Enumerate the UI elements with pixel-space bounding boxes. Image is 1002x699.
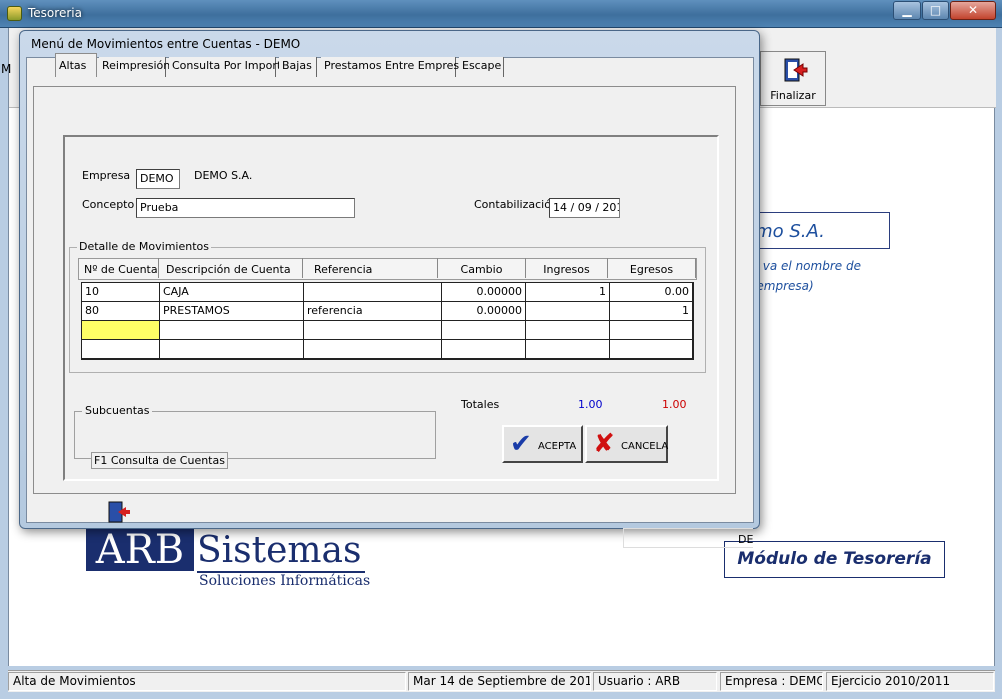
grid-cell[interactable] — [304, 283, 442, 302]
empresa-input[interactable]: DEMO — [136, 169, 180, 189]
app-icon — [7, 6, 22, 21]
checkmark-icon: ✔ — [510, 429, 532, 459]
contabilizacion-date-input[interactable]: 14 / 09 / 2010 — [549, 198, 620, 218]
grid-cell[interactable]: 1 — [526, 283, 610, 302]
grid-cell[interactable] — [304, 321, 442, 340]
status-fiscal-year: Ejercicio 2010/2011 — [826, 672, 994, 691]
esc-exit-door-icon — [108, 501, 130, 523]
close-button[interactable]: ✕ — [950, 1, 996, 20]
empresa-name: DEMO S.A. — [194, 169, 253, 182]
col-header-egresos: Egresos — [608, 258, 696, 278]
consulta-cuentas-button[interactable]: F1 Consulta de Cuentas — [91, 452, 228, 469]
grid-cell[interactable]: referencia — [304, 302, 442, 321]
tab-altas[interactable]: Altas — [55, 53, 97, 77]
grid-cell[interactable] — [526, 321, 610, 340]
dialog-title: Menú de Movimientos entre Cuentas - DEMO — [31, 37, 301, 51]
subcuentas-legend: Subcuentas — [82, 404, 153, 417]
arb-logo-sistemas: Sistemas — [197, 530, 362, 571]
totales-label: Totales — [461, 398, 500, 411]
dialog-status-right-text: DE — [738, 533, 754, 546]
grid-cell[interactable]: CAJA — [160, 283, 304, 302]
grid-cell[interactable] — [160, 340, 304, 359]
toolbar-partial-label: M — [1, 62, 12, 76]
total-egresos: 1.00 — [662, 398, 687, 411]
tab-bajas[interactable]: Bajas — [279, 57, 317, 77]
concepto-input[interactable]: Prueba — [136, 198, 355, 218]
finalizar-button[interactable]: Finalizar — [760, 51, 826, 106]
grid-cell[interactable]: 0.00000 — [442, 283, 526, 302]
modulo-title: Módulo de Tesorería — [724, 541, 945, 578]
detalle-legend: Detalle de Movimientos — [77, 240, 211, 253]
grid-cell[interactable]: PRESTAMOS — [160, 302, 304, 321]
empresa-label: Empresa — [82, 169, 131, 182]
grid-cell-selected[interactable] — [82, 321, 160, 340]
x-cross-icon: ✘ — [593, 429, 615, 459]
grid-cell[interactable]: 10 — [82, 283, 160, 302]
concepto-label: Concepto — [82, 198, 135, 211]
cancela-label: CANCELA — [621, 441, 669, 452]
status-user: Usuario : ARB — [593, 672, 717, 691]
exit-door-icon — [784, 58, 808, 82]
grid-cell[interactable] — [610, 340, 693, 359]
grid-cell[interactable]: 0.00000 — [442, 302, 526, 321]
grid-cell[interactable]: 1 — [610, 302, 693, 321]
grid-cell[interactable] — [526, 340, 610, 359]
grid-cell[interactable] — [160, 321, 304, 340]
grid-cell[interactable] — [82, 340, 160, 359]
tab-reimpresion[interactable]: Reimpresión — [99, 57, 170, 77]
grid-cell[interactable] — [526, 302, 610, 321]
col-header-referencia: Referencia — [309, 258, 438, 278]
status-date: Mar 14 de Septiembre de 2010 — [408, 672, 591, 691]
col-header-descripcion: Descripción de Cuenta — [161, 258, 303, 278]
dialog-status-right: DE — [623, 528, 753, 548]
status-current-action: Alta de Movimientos — [8, 672, 406, 691]
grid-cell[interactable]: 80 — [82, 302, 160, 321]
finalizar-label: Finalizar — [770, 89, 816, 102]
col-header-cuenta: Nº de Cuenta — [79, 258, 159, 278]
grid-cell[interactable] — [304, 340, 442, 359]
tab-escape[interactable]: Escape — [459, 57, 504, 77]
status-company: Empresa : DEMO — [720, 672, 823, 691]
arb-logo-tagline: Soluciones Informáticas — [199, 573, 371, 589]
main-title-bar[interactable]: Tesoreria ▁ □ ✕ — [0, 0, 1002, 28]
grid-cell[interactable] — [442, 321, 526, 340]
cancela-button[interactable]: ✘ CANCELA — [585, 425, 668, 463]
acepta-label: ACEPTA — [538, 441, 577, 452]
minimize-button[interactable]: ▁ — [893, 1, 921, 20]
tab-prestamos-entre-empresas[interactable]: Prestamos Entre Empresas — [321, 57, 472, 77]
window-title: Tesoreria — [28, 6, 82, 20]
acepta-button[interactable]: ✔ ACEPTA — [502, 425, 583, 463]
grid-cell[interactable]: 0.00 — [610, 283, 693, 302]
contabilizacion-label: Contabilización — [474, 198, 558, 211]
grid-cell[interactable] — [442, 340, 526, 359]
company-hint-line1: ca va el nombre de — [745, 259, 861, 273]
col-header-cambio: Cambio — [438, 258, 526, 278]
col-header-ingresos: Ingresos — [526, 258, 608, 278]
grid-cell[interactable] — [610, 321, 693, 340]
arb-logo-block: ARB — [86, 529, 194, 571]
maximize-button[interactable]: □ — [922, 1, 949, 20]
tab-consulta-por-importe[interactable]: Consulta Por Importe — [169, 57, 288, 77]
total-ingresos: 1.00 — [578, 398, 603, 411]
